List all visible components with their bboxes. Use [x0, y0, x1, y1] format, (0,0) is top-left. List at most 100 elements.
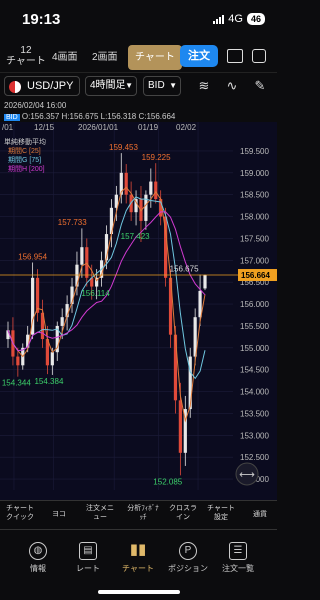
nav-chart[interactable]: ▮▮ チャート — [118, 542, 158, 574]
candle-body — [149, 181, 153, 195]
candle-body — [203, 275, 207, 289]
status-icons: 4G 46 — [213, 13, 265, 25]
date-tick-label: /01 — [2, 123, 14, 132]
legend-item: 期間G [75] — [8, 156, 41, 164]
price-tick-label: 156.000 — [240, 300, 269, 309]
candle-body — [154, 181, 158, 200]
tab-label: チャート — [6, 56, 46, 67]
timeframe-label: 4時間足 — [90, 80, 126, 91]
legend-item: 期間C [25] — [8, 147, 41, 155]
svg-text:⟷: ⟷ — [239, 468, 255, 481]
list-icon: ☰ — [229, 542, 247, 560]
status-bar: 19:13 4G 46 — [0, 0, 277, 38]
price-tick-label: 159.500 — [240, 147, 269, 156]
candle-body — [80, 247, 84, 265]
chart-quick-button[interactable]: チャートクイック — [4, 504, 36, 522]
expand-icon[interactable]: ⟷ — [235, 462, 259, 486]
price-annotation: 156.954 — [18, 252, 47, 261]
price-annotation: 156.675 — [170, 265, 199, 274]
price-type-selector[interactable]: BID ▼ — [143, 76, 181, 96]
candle-body — [35, 277, 40, 313]
date-tick-label: 2026/01/01 — [78, 123, 119, 132]
clock: 19:13 — [22, 11, 61, 28]
price-annotation: 156.114 — [81, 289, 110, 298]
price-annotation: 159.225 — [142, 153, 171, 162]
horizontal-button[interactable]: ヨコ — [48, 510, 70, 519]
symbol-selector[interactable]: USD/JPY — [4, 76, 80, 96]
candle-body — [85, 247, 89, 278]
currency-button[interactable]: 通貨 — [245, 510, 275, 519]
info-datetime: 2026/02/04 16:00 — [4, 101, 67, 110]
signal-icon — [213, 14, 225, 24]
legend-item: 期間H [200] — [8, 165, 45, 173]
price-tick-label: 157.000 — [240, 256, 269, 265]
price-tick-label: 159.000 — [240, 169, 269, 178]
nav-info[interactable]: ◍ 情報 — [18, 542, 58, 574]
chevron-down-icon: ▼ — [125, 81, 133, 90]
price-tick-label: 152.500 — [240, 453, 269, 462]
date-tick-label: 01/19 — [138, 123, 159, 132]
price-annotation: 154.344 — [2, 379, 31, 388]
pen-icon[interactable]: ✎ — [248, 78, 272, 96]
candle-body — [178, 400, 182, 453]
price-annotation: 157.423 — [121, 232, 150, 241]
price-tick-label: 154.000 — [240, 388, 269, 397]
trend-icon[interactable]: ∿ — [220, 78, 244, 96]
tab-chart[interactable]: チャート — [128, 45, 182, 70]
order-menu-button[interactable]: 注文メニュー — [84, 504, 116, 522]
chart-toolbar: チャートクイック ヨコ 注文メニュー 分析ﾌｨﾎﾞﾅｯﾁ クロスライン チャート… — [0, 500, 277, 530]
price-tick-label: 155.500 — [240, 322, 269, 331]
candle-body — [173, 334, 178, 401]
order-button[interactable]: 注文 — [180, 45, 218, 67]
indicator-icon[interactable]: ≋ — [192, 78, 216, 96]
price-tick-label: 154.500 — [240, 366, 269, 375]
globe-icon: ◍ — [29, 542, 47, 560]
nav-rate[interactable]: ▤ レート — [68, 542, 108, 574]
candle-body — [124, 172, 128, 195]
chart-background — [0, 122, 277, 500]
flag-icon — [9, 81, 21, 93]
network-type: 4G — [228, 13, 243, 25]
bid-tag: BID — [4, 114, 20, 121]
price-annotation: 159.453 — [109, 143, 138, 152]
date-tick-label: 12/15 — [34, 123, 55, 132]
date-tick-label: 02/02 — [176, 123, 197, 132]
home-indicator — [98, 590, 180, 594]
candle-body — [75, 264, 79, 287]
nav-order-list[interactable]: ☰ 注文一覧 — [218, 542, 258, 574]
timeframe-selector[interactable]: 4時間足 ▼ — [85, 76, 137, 96]
analysis-button[interactable]: 分析ﾌｨﾎﾞﾅｯﾁ — [126, 504, 160, 522]
ohlc-values: O:156.357 H:156.675 L:156.318 C:156.664 — [21, 112, 176, 121]
price-tick-label: 153.000 — [240, 431, 269, 440]
candle-icon: ▮▮ — [129, 541, 147, 558]
price-annotation: 152.085 — [153, 477, 182, 486]
candle-body — [50, 352, 54, 366]
tab-count: 12 — [20, 45, 32, 56]
price-type-label: BID — [148, 80, 165, 91]
tab-2-screen[interactable]: 2画面 — [92, 52, 118, 63]
tab-chart-12[interactable]: 12 チャート — [6, 45, 46, 67]
ohlc-info: 2026/02/04 16:00 BID O:156.357 H:156.675… — [4, 100, 175, 123]
price-annotation: 154.384 — [34, 377, 63, 386]
price-annotation: 157.733 — [58, 218, 87, 227]
price-chart[interactable]: /01 12/15 2026/01/01 01/19 02/02 159.500 159.… — [0, 122, 277, 500]
chevron-down-icon: ▼ — [169, 81, 177, 90]
price-tick-label: 153.500 — [240, 409, 269, 418]
current-price-label: 156.664 — [241, 271, 270, 280]
price-tick-label: 157.500 — [240, 234, 269, 243]
tab-4-screen[interactable]: 4画面 — [52, 52, 78, 63]
position-icon: P — [179, 542, 197, 560]
symbol-label: USD/JPY — [27, 80, 74, 92]
price-tick-label: 158.500 — [240, 191, 269, 200]
layout-icon[interactable] — [252, 49, 266, 63]
rate-icon: ▤ — [79, 542, 97, 560]
screen-toggle-icon[interactable] — [227, 49, 243, 63]
legend-title: 単純移動平均 — [4, 137, 46, 146]
price-tick-label: 158.000 — [240, 213, 269, 222]
chart-settings-button[interactable]: チャート設定 — [206, 504, 236, 522]
price-tick-label: 155.000 — [240, 344, 269, 353]
nav-position[interactable]: P ポジション — [168, 542, 208, 574]
symbol-bar: USD/JPY 4時間足 ▼ BID ▼ ≋ ∿ ✎ — [0, 72, 277, 98]
candle-body — [16, 356, 20, 366]
crossline-button[interactable]: クロスライン — [168, 504, 198, 522]
